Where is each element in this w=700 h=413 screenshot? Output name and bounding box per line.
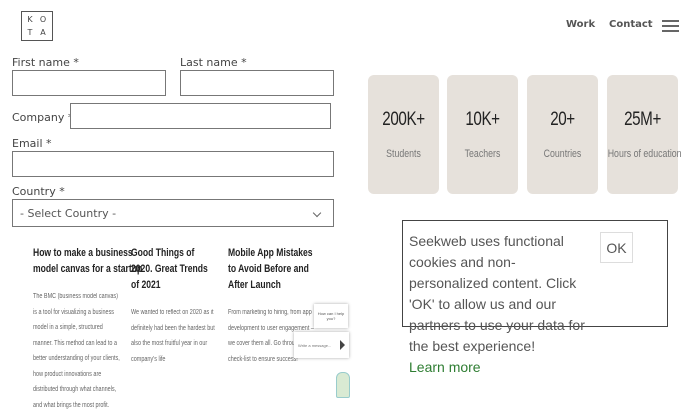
company-label: Company *: [12, 111, 74, 124]
send-icon[interactable]: [340, 340, 345, 350]
stat-label: Countries: [543, 148, 582, 160]
stat-value: 200K+: [382, 109, 425, 130]
menu-line: [662, 25, 679, 27]
blog-excerpt: We wanted to reflect on 2020 as it defin…: [131, 309, 215, 363]
last-name-label: Last name *: [180, 56, 247, 69]
stat-value: 25M+: [624, 109, 661, 130]
first-name-label: First name *: [12, 56, 79, 69]
learn-more-link[interactable]: Learn more: [409, 359, 481, 375]
country-select[interactable]: - Select Country -: [12, 199, 334, 227]
nav-contact-link[interactable]: Contact: [609, 19, 653, 30]
blog-title[interactable]: Mobile App Mistakes to Avoid Before and …: [228, 245, 315, 293]
logo-letter: T: [27, 28, 34, 37]
stat-card-countries: 20+ Countries: [527, 75, 598, 194]
kota-logo[interactable]: K O T A: [21, 11, 53, 41]
email-label: Email *: [12, 137, 52, 150]
blog-title[interactable]: Good Things of 2020. Great Trends of 202…: [131, 245, 209, 293]
stat-value: 20+: [550, 109, 575, 130]
logo-letter: A: [40, 28, 47, 37]
country-label: Country *: [12, 185, 65, 198]
logo-letter: O: [39, 15, 48, 24]
nav-work-link[interactable]: Work: [566, 19, 595, 30]
stat-card-hours: 25M+ Hours of education: [607, 75, 682, 194]
first-name-field[interactable]: [12, 70, 166, 96]
blog-title[interactable]: How to make a business model canvas for …: [33, 245, 146, 277]
company-field[interactable]: [70, 103, 331, 129]
stat-label: Students: [386, 148, 421, 160]
chat-bubble[interactable]: How can I help you?: [314, 304, 348, 328]
last-name-field[interactable]: [180, 70, 334, 96]
menu-line: [662, 20, 679, 22]
hamburger-menu-icon[interactable]: [662, 20, 679, 32]
logo-letter: K: [27, 15, 34, 24]
stat-value: 10K+: [465, 109, 500, 130]
stat-label: Teachers: [464, 148, 501, 160]
cookie-message: Seekweb uses functional cookies and non-…: [409, 231, 589, 378]
stat-card-teachers: 10K+ Teachers: [447, 75, 518, 194]
cookie-ok-button[interactable]: OK: [600, 232, 633, 263]
chat-message-input[interactable]: Write a message...: [294, 332, 349, 358]
chevron-down-icon: [312, 208, 322, 218]
menu-line: [662, 30, 679, 32]
stat-card-students: 200K+ Students: [368, 75, 439, 194]
chat-avatar[interactable]: [336, 372, 350, 398]
chat-input-placeholder: Write a message...: [298, 342, 332, 348]
blog-excerpt: The BMC (business model canvas) is a too…: [33, 293, 120, 409]
stat-label: Hours of education: [607, 148, 682, 160]
cookie-text: Seekweb uses functional cookies and non-…: [409, 233, 585, 354]
email-field[interactable]: [12, 151, 334, 177]
country-select-value: - Select Country -: [20, 207, 117, 220]
